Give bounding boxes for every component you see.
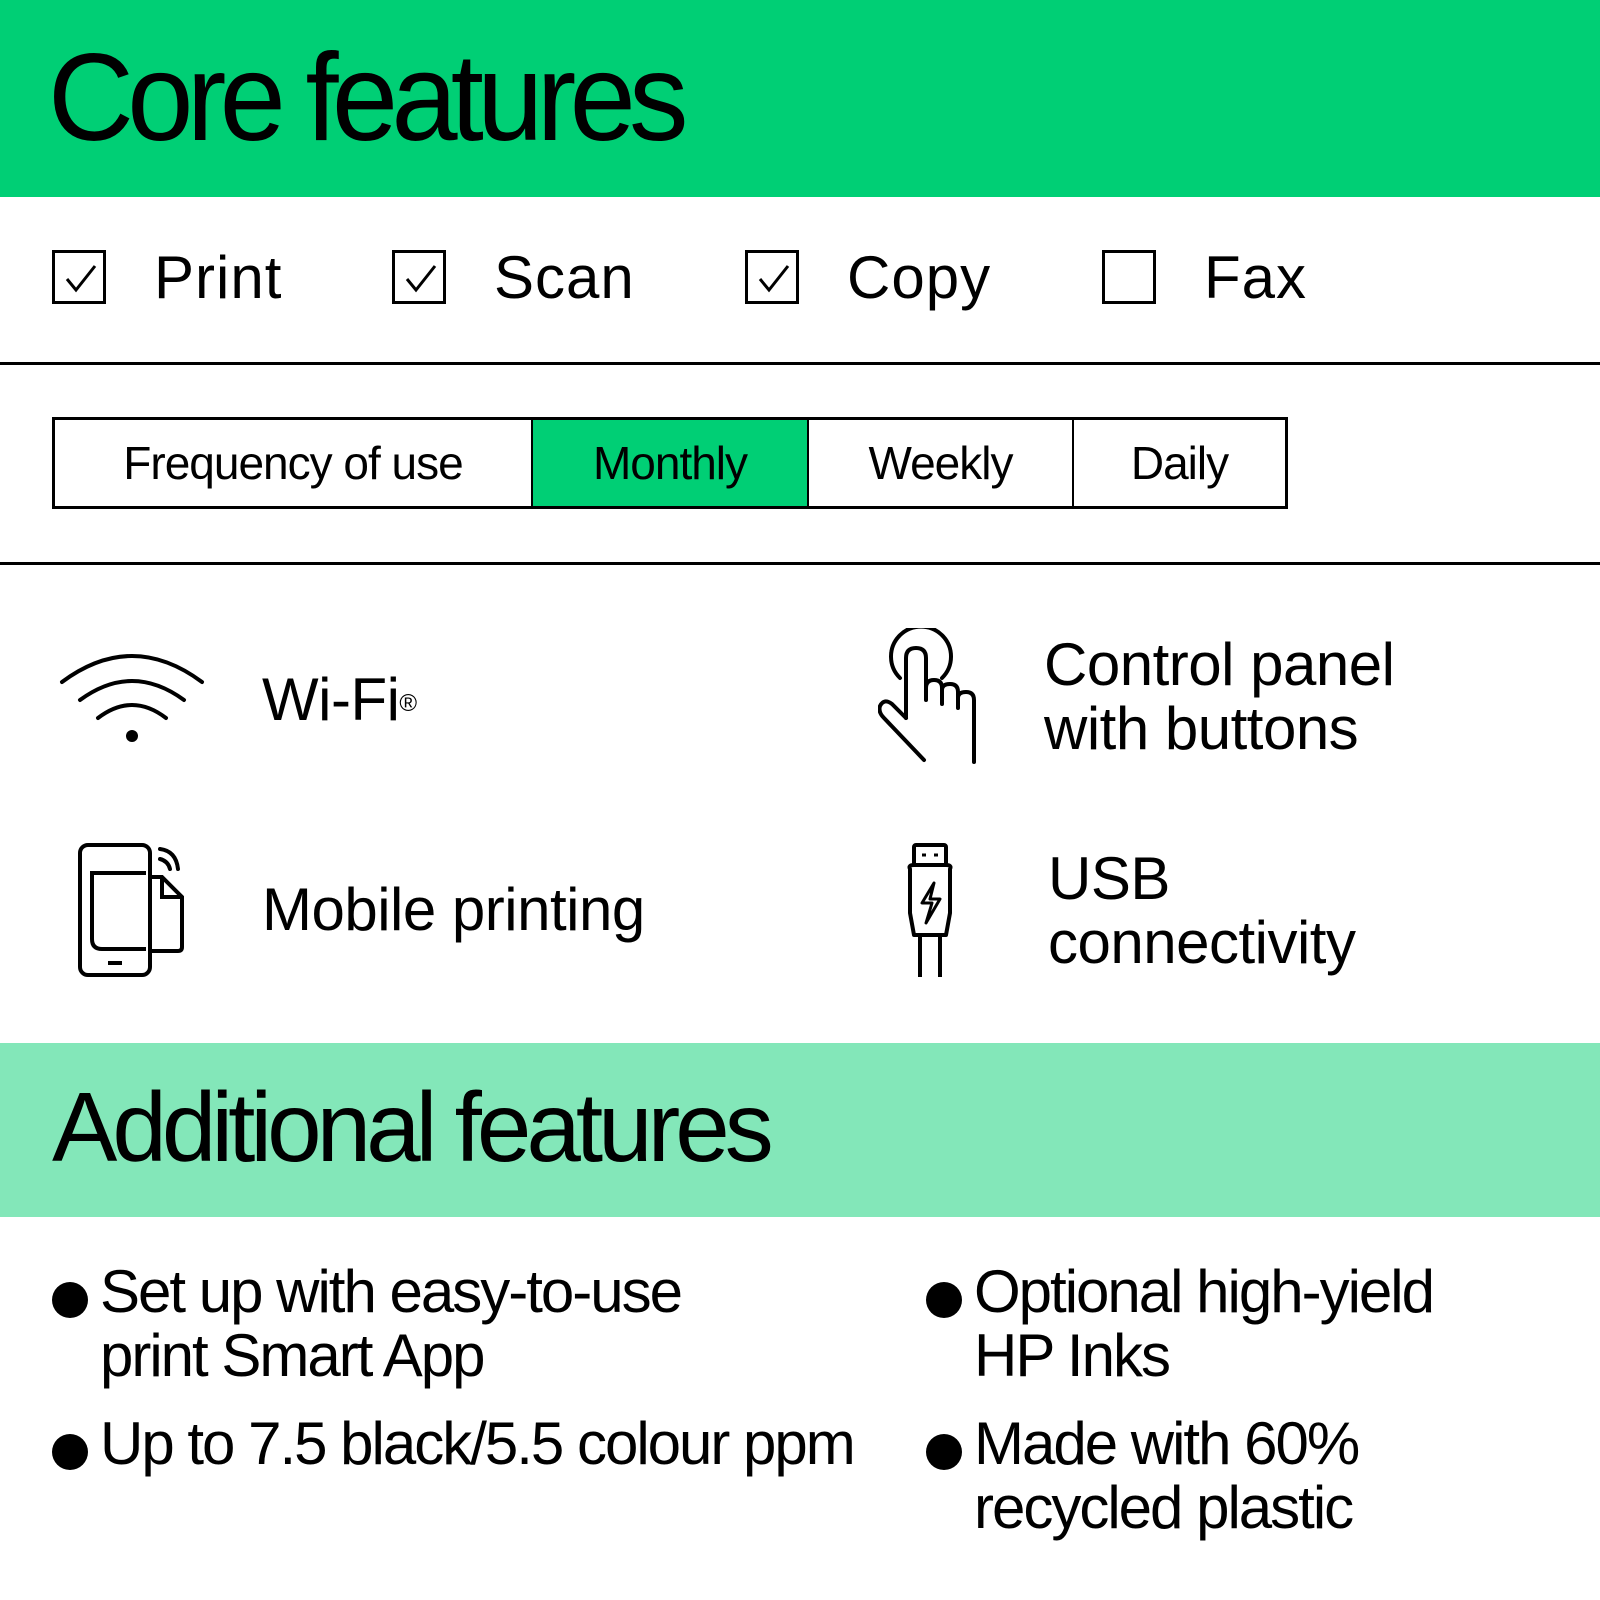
function-fax: Fax [1102, 244, 1307, 311]
fax-checkbox [1102, 250, 1156, 304]
frequency-weekly: Weekly [809, 420, 1074, 506]
bullet-item: Optional high-yield HP Inks [926, 1258, 1435, 1389]
feature-label: Control panel with buttons [1044, 631, 1395, 762]
bullet-item: Set up with easy-to-use print Smart App [52, 1258, 683, 1389]
frequency-daily: Daily [1130, 437, 1229, 489]
additional-features-header: Additional features [0, 1043, 1600, 1217]
function-label: Fax [1204, 243, 1308, 311]
touch-hand-icon [878, 628, 976, 764]
print-checkbox [52, 250, 106, 304]
feature-usb: USB connectivity [906, 843, 1356, 979]
copy-checkbox [745, 250, 799, 304]
mobile-printing-icon [78, 843, 184, 977]
checkmark-icon [405, 265, 437, 293]
feature-control-panel: Control panel with buttons [878, 628, 1395, 766]
functions-row: Print Scan Copy Fax [0, 197, 1600, 365]
frequency-monthly: Monthly [533, 420, 809, 506]
feature-label: USB connectivity [1048, 845, 1356, 976]
bullet-dot-icon [52, 1282, 88, 1318]
bullet-text: Optional high-yield HP Inks [974, 1258, 1435, 1389]
wifi-icon [60, 654, 204, 742]
bullet-text: Set up with easy-to-use print Smart App [100, 1258, 683, 1389]
registered-mark: ® [399, 690, 417, 717]
bullet-item: Made with 60% recycled plastic [926, 1410, 1360, 1541]
bullet-dot-icon [52, 1434, 88, 1470]
function-label: Scan [494, 243, 635, 311]
frequency-of-use: Frequency of use Monthly Weekly Daily [52, 417, 1288, 509]
bullet-text: Made with 60% recycled plastic [974, 1410, 1360, 1541]
section-divider [0, 562, 1600, 565]
bullet-dot-icon [926, 1282, 962, 1318]
scan-checkbox [392, 250, 446, 304]
bullet-dot-icon [926, 1434, 962, 1470]
bullet-item: Up to 7.5 black/5.5 colour ppm [52, 1410, 856, 1477]
feature-mobile-printing: Mobile printing [78, 843, 645, 977]
checkmark-icon [65, 265, 97, 293]
core-features-header: Core features [0, 0, 1600, 197]
feature-label: Mobile printing [262, 876, 645, 943]
checkmark-icon [758, 265, 790, 293]
feature-label: Wi-Fi® [262, 666, 417, 733]
feature-wifi: Wi-Fi® [58, 650, 417, 750]
function-label: Copy [847, 243, 992, 311]
function-print: Print [52, 244, 282, 311]
usb-icon [907, 843, 953, 977]
core-features-title: Core features [48, 29, 689, 167]
additional-features-title: Additional features [52, 1072, 774, 1182]
function-copy: Copy [745, 244, 991, 311]
function-label: Print [154, 243, 283, 311]
frequency-label: Frequency of use [55, 420, 533, 506]
bullet-text: Up to 7.5 black/5.5 colour ppm [100, 1410, 856, 1477]
function-scan: Scan [392, 244, 635, 311]
